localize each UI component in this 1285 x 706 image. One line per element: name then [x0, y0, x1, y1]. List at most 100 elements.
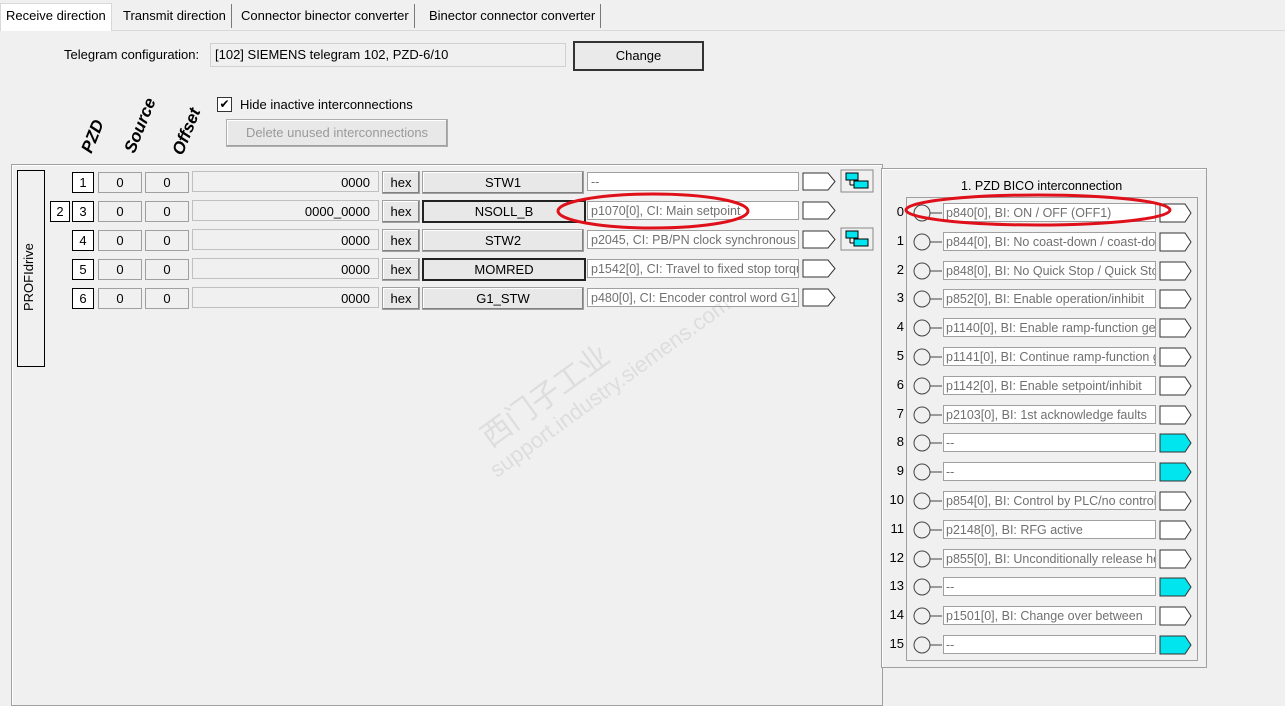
bit-connector-icon [913, 406, 942, 424]
connection-icon[interactable] [840, 169, 874, 193]
bico-interconnection-field[interactable]: p1141[0], BI: Continue ramp-function gen… [943, 347, 1156, 366]
bico-row-index: 1 [896, 233, 904, 248]
bit-connector-icon [913, 319, 942, 337]
pzd-value: 0000 [192, 258, 379, 279]
signal-name-button[interactable]: G1_STW [422, 287, 584, 310]
offset-column-header: Offset [168, 105, 205, 158]
tab-binector-connector-converter[interactable]: Binector connector converter [424, 4, 602, 28]
pzd-value: 0000_0000 [192, 200, 379, 221]
bico-arrow-button[interactable] [1159, 232, 1193, 252]
highlight-ellipse [556, 192, 750, 230]
source-value[interactable]: 0 [98, 288, 142, 309]
bico-interconnection-field[interactable]: p1142[0], BI: Enable setpoint/inhibit [943, 376, 1156, 395]
bico-arrow-button[interactable] [1159, 261, 1193, 281]
bico-interconnection-field[interactable]: -- [943, 433, 1156, 452]
hex-format-button[interactable]: hex [382, 171, 420, 194]
bico-arrow-button[interactable] [1159, 433, 1193, 453]
bico-interconnection-field[interactable]: p1501[0], BI: Change over between [943, 606, 1156, 625]
interconnection-field[interactable]: p480[0], CI: Encoder control word G1 [587, 288, 799, 307]
bit-connector-icon [913, 290, 942, 308]
bico-row-index: 10 [889, 492, 904, 507]
bico-row-index: 3 [896, 290, 904, 305]
bit-connector-icon [913, 607, 942, 625]
bico-interconnection-field[interactable]: p844[0], BI: No coast-down / coast-down [943, 232, 1156, 251]
bico-interconnection-field[interactable]: p854[0], BI: Control by PLC/no control [943, 491, 1156, 510]
tab-connector-binector-converter[interactable]: Connector binector converter [236, 4, 415, 28]
bico-interconnection-field[interactable]: p2148[0], BI: RFG active [943, 520, 1156, 539]
bico-row-index: 15 [889, 636, 904, 651]
profidrive-label-box: PROFIdrive [17, 170, 45, 367]
bico-arrow-button[interactable] [1159, 491, 1193, 511]
bit-connector-icon [913, 521, 942, 539]
pzd-value: 0000 [192, 287, 379, 308]
signal-name-button[interactable]: MOMRED [422, 258, 586, 281]
bit-connector-icon [913, 578, 942, 596]
bico-arrow-button[interactable] [1159, 520, 1193, 540]
bico-interconnection-field[interactable]: -- [943, 635, 1156, 654]
change-telegram-button[interactable]: Change [573, 41, 704, 71]
hex-format-button[interactable]: hex [382, 229, 420, 252]
bico-arrow-button[interactable] [1159, 549, 1193, 569]
hex-format-button[interactable]: hex [382, 287, 420, 310]
source-value[interactable]: 0 [98, 259, 142, 280]
pzd-value: 0000 [192, 171, 379, 192]
bico-row-index: 12 [889, 550, 904, 565]
bico-arrow-button[interactable] [1159, 376, 1193, 396]
bico-arrow-button[interactable] [1159, 462, 1193, 482]
connect-arrow-button[interactable] [802, 288, 836, 307]
bico-arrow-button[interactable] [1159, 635, 1193, 655]
tab-receive-direction[interactable]: Receive direction [0, 3, 112, 31]
interconnection-field[interactable]: -- [587, 172, 799, 191]
interconnection-field[interactable]: p1542[0], CI: Travel to fixed stop torqu… [587, 259, 799, 278]
bico-row-index: 14 [889, 607, 904, 622]
source-column-header: Source [120, 95, 160, 156]
bico-interconnection-field[interactable]: p852[0], BI: Enable operation/inhibit [943, 289, 1156, 308]
connect-arrow-button[interactable] [802, 230, 836, 249]
connect-arrow-button[interactable] [802, 259, 836, 278]
bico-row-index: 4 [896, 319, 904, 334]
pzd-value: 0000 [192, 229, 379, 250]
offset-value[interactable]: 0 [145, 259, 189, 280]
telegram-config-value: [102] SIEMENS telegram 102, PZD-6/10 [210, 43, 566, 67]
bico-row-index: 6 [896, 377, 904, 392]
bico-arrow-button[interactable] [1159, 347, 1193, 367]
tab-bar: Receive direction Transmit direction Con… [0, 0, 1285, 31]
bico-arrow-button[interactable] [1159, 577, 1193, 597]
connection-icon[interactable] [840, 227, 874, 251]
bico-row-index: 9 [896, 463, 904, 478]
bico-row-index: 13 [889, 578, 904, 593]
pzd-number: 3 [72, 201, 94, 222]
offset-value[interactable]: 0 [145, 230, 189, 251]
profidrive-label: PROFIdrive [21, 243, 36, 311]
connect-arrow-button[interactable] [802, 172, 836, 191]
hex-format-button[interactable]: hex [382, 200, 420, 223]
offset-value[interactable]: 0 [145, 172, 189, 193]
hex-format-button[interactable]: hex [382, 258, 420, 281]
bit-connector-icon [913, 434, 942, 452]
tab-transmit-direction[interactable]: Transmit direction [118, 4, 232, 28]
delete-unused-interconnections-button[interactable]: Delete unused interconnections [226, 119, 448, 147]
bico-interconnection-field[interactable]: p848[0], BI: No Quick Stop / Quick Stop [943, 261, 1156, 280]
bico-arrow-button[interactable] [1159, 289, 1193, 309]
hide-inactive-checkbox[interactable]: ✔ [217, 97, 232, 112]
bico-interconnection-field[interactable]: -- [943, 577, 1156, 596]
source-value[interactable]: 0 [98, 230, 142, 251]
bico-interconnection-field[interactable]: -- [943, 462, 1156, 481]
bico-arrow-button[interactable] [1159, 405, 1193, 425]
bico-interconnection-field[interactable]: p855[0], BI: Unconditionally release hol… [943, 549, 1156, 568]
bico-interconnection-field[interactable]: p2103[0], BI: 1st acknowledge faults [943, 405, 1156, 424]
telegram-config-label: Telegram configuration: [64, 47, 200, 62]
offset-value[interactable]: 0 [145, 201, 189, 222]
bico-interconnection-field[interactable]: p1140[0], BI: Enable ramp-function gener… [943, 318, 1156, 337]
source-value[interactable]: 0 [98, 201, 142, 222]
bit-connector-icon [913, 262, 942, 280]
pzd-index: 2 [50, 201, 70, 222]
bico-arrow-button[interactable] [1159, 606, 1193, 626]
source-value[interactable]: 0 [98, 172, 142, 193]
bit-connector-icon [913, 463, 942, 481]
offset-value[interactable]: 0 [145, 288, 189, 309]
connect-arrow-button[interactable] [802, 201, 836, 220]
bit-connector-icon [913, 233, 942, 251]
bico-arrow-button[interactable] [1159, 318, 1193, 338]
highlight-ellipse [904, 193, 1172, 227]
